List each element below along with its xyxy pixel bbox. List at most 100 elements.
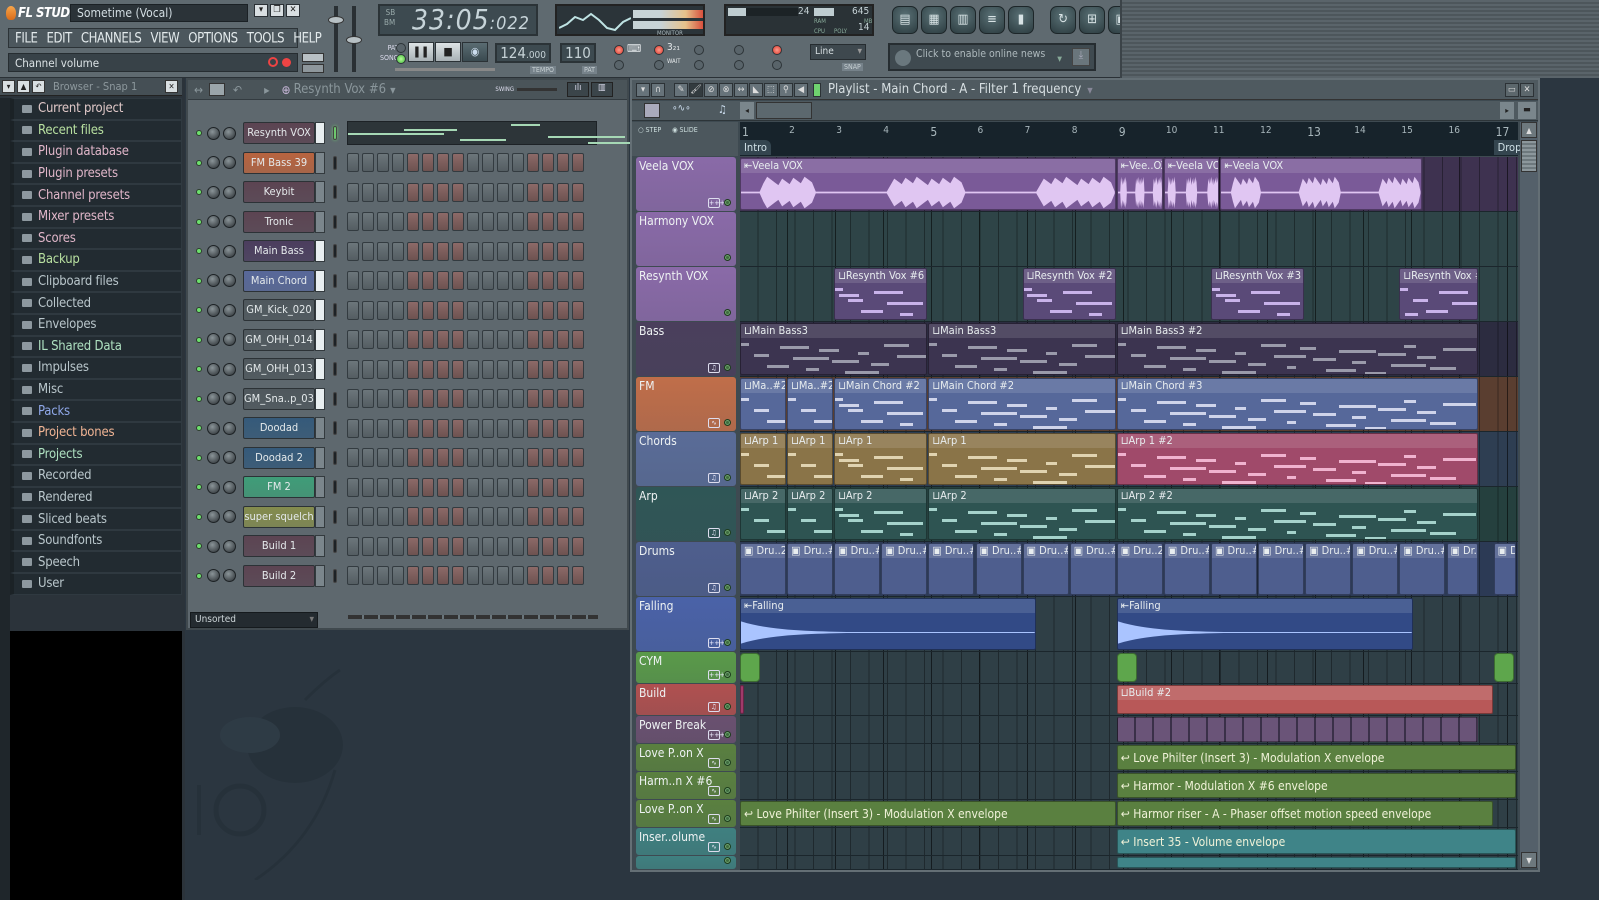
volume-knob[interactable] xyxy=(223,156,236,169)
pan-knob[interactable] xyxy=(207,185,220,199)
clip[interactable] xyxy=(1116,653,1137,682)
clip[interactable]: ⊔Arp 2 xyxy=(834,488,928,540)
mixer-target-indicator[interactable] xyxy=(333,126,337,140)
step-button[interactable] xyxy=(527,153,539,172)
track-enable-led[interactable] xyxy=(724,254,731,261)
step-button[interactable] xyxy=(542,182,554,202)
step-button[interactable] xyxy=(467,330,479,349)
step-button[interactable] xyxy=(557,477,569,497)
step-button[interactable] xyxy=(422,448,434,467)
track-enable-led[interactable] xyxy=(724,474,731,481)
step-button[interactable] xyxy=(362,241,374,261)
clip[interactable]: ⊔Arp 1 xyxy=(834,433,928,485)
channel-mute-led[interactable] xyxy=(196,159,202,166)
multilink-led[interactable] xyxy=(772,45,782,55)
step-button[interactable] xyxy=(527,330,539,349)
track-enable-led[interactable] xyxy=(724,787,731,794)
track-enable-led[interactable] xyxy=(724,703,731,710)
step-button[interactable] xyxy=(422,330,434,349)
pan-knob[interactable] xyxy=(207,480,220,494)
browser-item[interactable]: User xyxy=(10,573,182,595)
step-button[interactable] xyxy=(422,359,434,379)
step-button[interactable] xyxy=(542,300,554,320)
browser-item[interactable]: Plugin database xyxy=(10,141,182,163)
step-button[interactable] xyxy=(542,448,554,467)
step-button[interactable] xyxy=(497,271,509,290)
track-lane[interactable] xyxy=(740,716,1518,744)
clip[interactable]: ▣ Dru..#2 xyxy=(1258,543,1305,595)
channel-button[interactable]: Build 2 xyxy=(243,564,315,587)
step-button[interactable] xyxy=(512,212,524,231)
channel-mute-led[interactable] xyxy=(196,454,202,461)
step-button[interactable] xyxy=(527,477,539,497)
step-button[interactable] xyxy=(527,271,539,290)
step-button[interactable] xyxy=(467,389,479,408)
track-lane[interactable]: ⊔Arp 1 ⊔Arp 1 ⊔Arp 1 ⊔Arp 1 ⊔Arp 1 #2 xyxy=(740,432,1518,487)
maximize-icon[interactable]: ▭ xyxy=(1505,82,1519,97)
track-header[interactable]: Resynth VOX xyxy=(636,267,736,321)
clip[interactable]: ⊔Arp 2 #2 xyxy=(1116,488,1479,540)
bar-number[interactable]: 5 xyxy=(930,125,937,139)
track-header[interactable]: Love P..on X ∿ xyxy=(636,744,736,771)
track-enable-led[interactable] xyxy=(724,639,731,646)
browser-item[interactable]: Sliced beats xyxy=(10,508,182,530)
clip[interactable]: ▣ Dru xyxy=(1493,543,1517,595)
step-button[interactable] xyxy=(407,182,419,202)
view-toggle-button[interactable] xyxy=(209,83,226,96)
mixer-icon[interactable]: ▮ xyxy=(1008,6,1034,34)
step-button[interactable] xyxy=(557,212,569,231)
pattern-icon[interactable]: ♫ xyxy=(708,473,720,483)
clip[interactable]: ⇤Veela VOX xyxy=(1163,158,1220,210)
clip[interactable]: ⊔Arp 2 xyxy=(928,488,1116,540)
pan-knob[interactable] xyxy=(207,510,220,523)
volume-knob[interactable] xyxy=(223,126,236,140)
channel-select[interactable] xyxy=(315,151,325,174)
options-dropdown-icon[interactable]: ▾ xyxy=(636,82,650,97)
clip[interactable] xyxy=(1116,717,1479,742)
track-header[interactable]: Inser..olume ∿ xyxy=(636,828,736,855)
step-button[interactable] xyxy=(527,359,539,379)
step-button[interactable] xyxy=(497,182,509,202)
menu-options[interactable]: OPTIONS xyxy=(188,30,238,47)
step-button[interactable] xyxy=(542,153,554,172)
step-button[interactable] xyxy=(362,389,374,408)
volume-knob[interactable] xyxy=(223,480,236,494)
track-header[interactable]: Drums ♫ xyxy=(636,542,736,596)
zoom-bar-icon[interactable]: ▬ xyxy=(1518,102,1536,119)
pattern-icon[interactable]: ♫ xyxy=(708,363,720,373)
step-button[interactable] xyxy=(392,271,404,290)
step-button[interactable] xyxy=(452,477,464,497)
slider-handle[interactable] xyxy=(328,16,344,24)
step-button[interactable] xyxy=(497,330,509,349)
browser-item[interactable]: Misc xyxy=(10,378,182,401)
step-button[interactable] xyxy=(422,566,434,585)
clip[interactable]: ↩ Love Philter (Insert 3) - Modulation X… xyxy=(740,801,1116,826)
track-enable-led[interactable] xyxy=(724,584,731,591)
mixer-target-indicator[interactable] xyxy=(333,509,337,524)
undo-icon[interactable]: ↻ xyxy=(1050,6,1076,34)
step-button[interactable] xyxy=(467,300,479,320)
step-button[interactable] xyxy=(377,507,389,526)
browser-item[interactable]: Projects xyxy=(10,443,182,466)
channel-select[interactable] xyxy=(315,564,325,587)
pan-knob[interactable] xyxy=(207,156,220,169)
clip[interactable]: ⊔Main Chord #3 xyxy=(1116,378,1479,430)
track-header[interactable]: CYM +++ xyxy=(636,652,736,683)
step-button[interactable] xyxy=(512,330,524,349)
pattern-nav-icon[interactable]: ▸ xyxy=(264,83,269,97)
clip[interactable]: ⇤Falling xyxy=(1116,598,1413,650)
step-button[interactable] xyxy=(377,448,389,467)
step-button[interactable] xyxy=(572,153,584,172)
step-button[interactable] xyxy=(512,271,524,290)
step-button[interactable] xyxy=(512,389,524,408)
channel-mute-led[interactable] xyxy=(196,218,202,225)
step-button[interactable] xyxy=(407,212,419,231)
step-button[interactable] xyxy=(467,359,479,379)
step-button[interactable] xyxy=(422,418,434,438)
step-button[interactable] xyxy=(347,566,359,585)
step-button[interactable] xyxy=(422,536,434,556)
automation-icon[interactable]: ∿ xyxy=(708,842,720,852)
step-button[interactable] xyxy=(437,153,449,172)
step-button[interactable] xyxy=(467,241,479,261)
step-button[interactable] xyxy=(392,507,404,526)
